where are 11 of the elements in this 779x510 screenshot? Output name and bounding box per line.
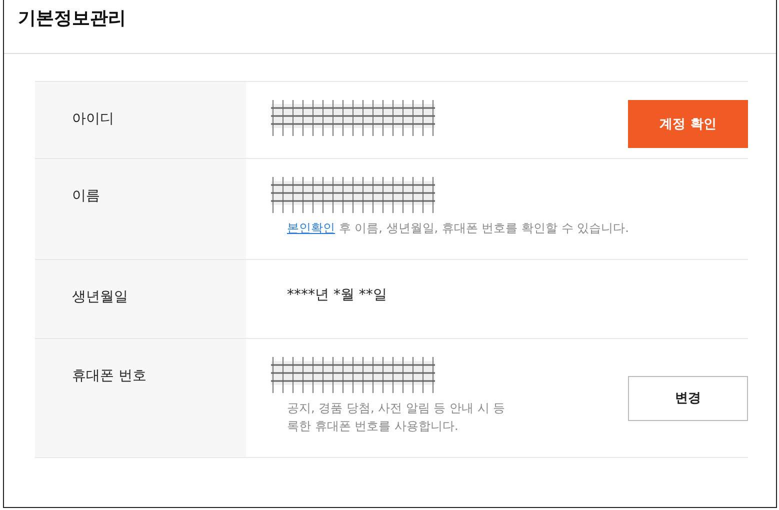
- help-text: 공지, 경품 당첨, 사전 알림 등 안내 시 등록한 휴대폰 번호를 사용합니다.: [287, 400, 506, 435]
- change-button[interactable]: 변경: [628, 376, 748, 420]
- field-label: 이름: [72, 188, 100, 204]
- field-value: ****년 *월 **일: [286, 286, 388, 305]
- help-text: 본인확인 후 이름, 생년월일, 휴대폰 번호를 확인할 수 있습니다.: [287, 220, 629, 237]
- page-title: 기본정보관리: [18, 8, 126, 29]
- account-check-button[interactable]: 계정 확인: [628, 100, 748, 148]
- verify-link[interactable]: 본인확인: [287, 221, 335, 235]
- field-label: 휴대폰 번호: [72, 368, 146, 384]
- field-label: 아이디: [72, 111, 114, 127]
- field-label: 생년월일: [72, 289, 128, 305]
